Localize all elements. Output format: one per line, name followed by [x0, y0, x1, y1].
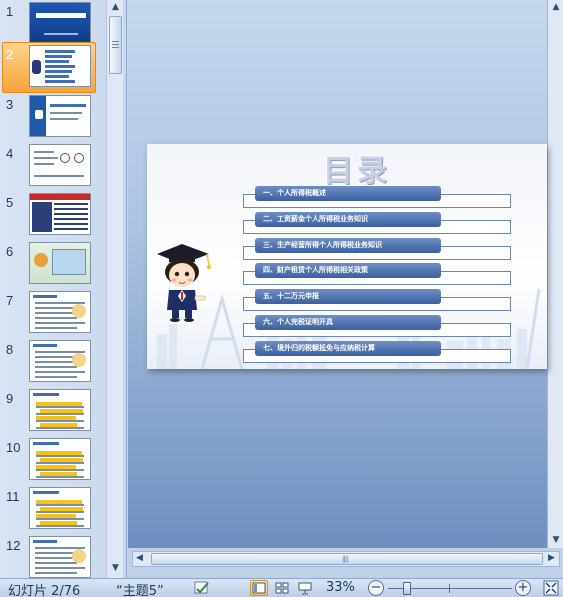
scroll-up-icon[interactable]: ▲ — [108, 0, 123, 15]
thumbnail-preview[interactable] — [29, 2, 91, 44]
thumbnail-number: 2 — [6, 47, 14, 62]
thumbnail-number: 8 — [6, 342, 14, 357]
normal-view-icon — [252, 582, 266, 594]
thumbnail-preview[interactable] — [29, 242, 91, 284]
slide-show-icon — [298, 582, 312, 595]
toc-item[interactable]: 四、财产租赁个人所得税相关政策 — [243, 263, 511, 289]
thumbnail-preview[interactable] — [29, 95, 91, 137]
toc-item[interactable]: 二、工资薪金个人所得税业务知识 — [243, 211, 511, 238]
thumbnail-scroll-thumb[interactable] — [109, 16, 122, 74]
thumbnail-number: 4 — [6, 146, 14, 161]
slide-thumbnail[interactable]: 4 — [0, 144, 108, 190]
graduate-cartoon-icon — [157, 244, 211, 322]
scroll-down-arrow-icon[interactable]: ▼ — [550, 535, 562, 545]
slide-thumbnail[interactable]: 7 — [0, 291, 108, 337]
slide-show-button[interactable] — [296, 580, 314, 596]
slide-thumbnail[interactable]: 12 — [0, 536, 108, 578]
thumbnail-number: 7 — [6, 293, 14, 308]
thumbnail-number: 10 — [6, 440, 21, 455]
horizontal-scrollbar[interactable]: ◀ |||| ▶ — [128, 548, 563, 578]
slide-title[interactable]: 目录 — [297, 146, 417, 190]
thumbnail-scrollbar[interactable]: ▲ ▼ — [106, 0, 123, 578]
toc-item[interactable]: 五、十二万元申报 — [243, 289, 511, 315]
vertical-scrollbar[interactable]: ▲ ▼ — [547, 0, 563, 548]
thumbnail-preview[interactable] — [29, 536, 91, 578]
slide-sorter-icon — [275, 582, 289, 594]
status-bar: 幻灯片 2/76 “主题5” 33% − + — [0, 578, 563, 597]
thumbnail-number: 11 — [6, 489, 20, 504]
theme-name[interactable]: “主题5” — [116, 580, 164, 597]
thumbnail-preview[interactable] — [29, 389, 91, 431]
toc-item[interactable]: 七、境外归的税额抵免与应纳税计算 — [243, 340, 511, 367]
thumbnail-preview[interactable] — [29, 144, 91, 186]
slide-thumbnail[interactable]: 10 — [0, 438, 108, 484]
scroll-up-arrow-icon[interactable]: ▲ — [550, 2, 562, 12]
zoom-in-button[interactable]: + — [515, 580, 531, 596]
thumbnail-preview[interactable] — [29, 340, 91, 382]
toc-item-label[interactable]: 三、生产经营所得个人所得税业务知识 — [255, 237, 441, 253]
scroll-right-icon[interactable]: ▶ — [548, 553, 555, 563]
scroll-left-icon[interactable]: ◀ — [136, 553, 143, 563]
thumbnail-number: 3 — [6, 97, 14, 112]
slide-thumbnail[interactable]: 11 — [0, 487, 108, 533]
toc-item-label[interactable]: 七、境外归的税额抵免与应纳税计算 — [255, 340, 441, 356]
toc-item-label[interactable]: 四、财产租赁个人所得税相关政策 — [255, 263, 441, 279]
toc-item-label[interactable]: 一、个人所得税概述 — [255, 186, 441, 201]
fit-to-window-icon[interactable] — [543, 580, 559, 596]
slide-sorter-button[interactable] — [273, 580, 291, 596]
zoom-slider-handle[interactable] — [403, 582, 411, 595]
toc-item-label[interactable]: 六、个人完税证明开具 — [255, 315, 441, 330]
spell-check-icon[interactable] — [192, 580, 212, 596]
horizontal-scroll-thumb[interactable]: |||| — [151, 553, 543, 565]
thumbnail-number: 1 — [6, 4, 14, 19]
thumbnail-preview[interactable] — [29, 193, 91, 235]
slide-thumbnail[interactable]: 6 — [0, 242, 108, 288]
thumbnail-number: 5 — [6, 195, 14, 210]
thumbnail-preview[interactable] — [29, 45, 91, 87]
toc-item-label[interactable]: 五、十二万元申报 — [255, 289, 441, 305]
toc-item-label[interactable]: 二、工资薪金个人所得税业务知识 — [255, 211, 441, 227]
thumbnail-number: 9 — [6, 391, 14, 406]
slide-canvas[interactable]: 目录 一、个人所得税概述 二、工资薪金个人所得税业务知识 三、生产经营所得个人所得税… — [147, 144, 547, 369]
zoom-out-button[interactable]: − — [368, 580, 384, 596]
slide-thumbnail[interactable]: 9 — [0, 389, 108, 435]
zoom-level[interactable]: 33% — [326, 580, 355, 595]
slide-thumbnail[interactable]: 2 — [0, 42, 108, 93]
normal-view-button[interactable] — [250, 580, 268, 596]
thumbnail-preview[interactable] — [29, 487, 91, 529]
slide-indicator[interactable]: 幻灯片 2/76 — [8, 580, 80, 597]
slide-thumbnail[interactable]: 5 — [0, 193, 108, 239]
toc-item[interactable]: 六、个人完税证明开具 — [243, 315, 511, 341]
thumbnail-preview[interactable] — [29, 438, 91, 480]
toc-item[interactable]: 一、个人所得税概述 — [243, 186, 511, 212]
toc-item[interactable]: 三、生产经营所得个人所得税业务知识 — [243, 237, 511, 264]
thumbnail-number: 6 — [6, 244, 14, 259]
slide-thumbnail[interactable]: 8 — [0, 340, 108, 386]
slide-thumbnail[interactable]: 3 — [0, 95, 108, 141]
scroll-down-icon[interactable]: ▼ — [108, 561, 123, 576]
thumbnail-number: 12 — [6, 538, 21, 553]
thumbnail-preview[interactable] — [29, 291, 91, 333]
